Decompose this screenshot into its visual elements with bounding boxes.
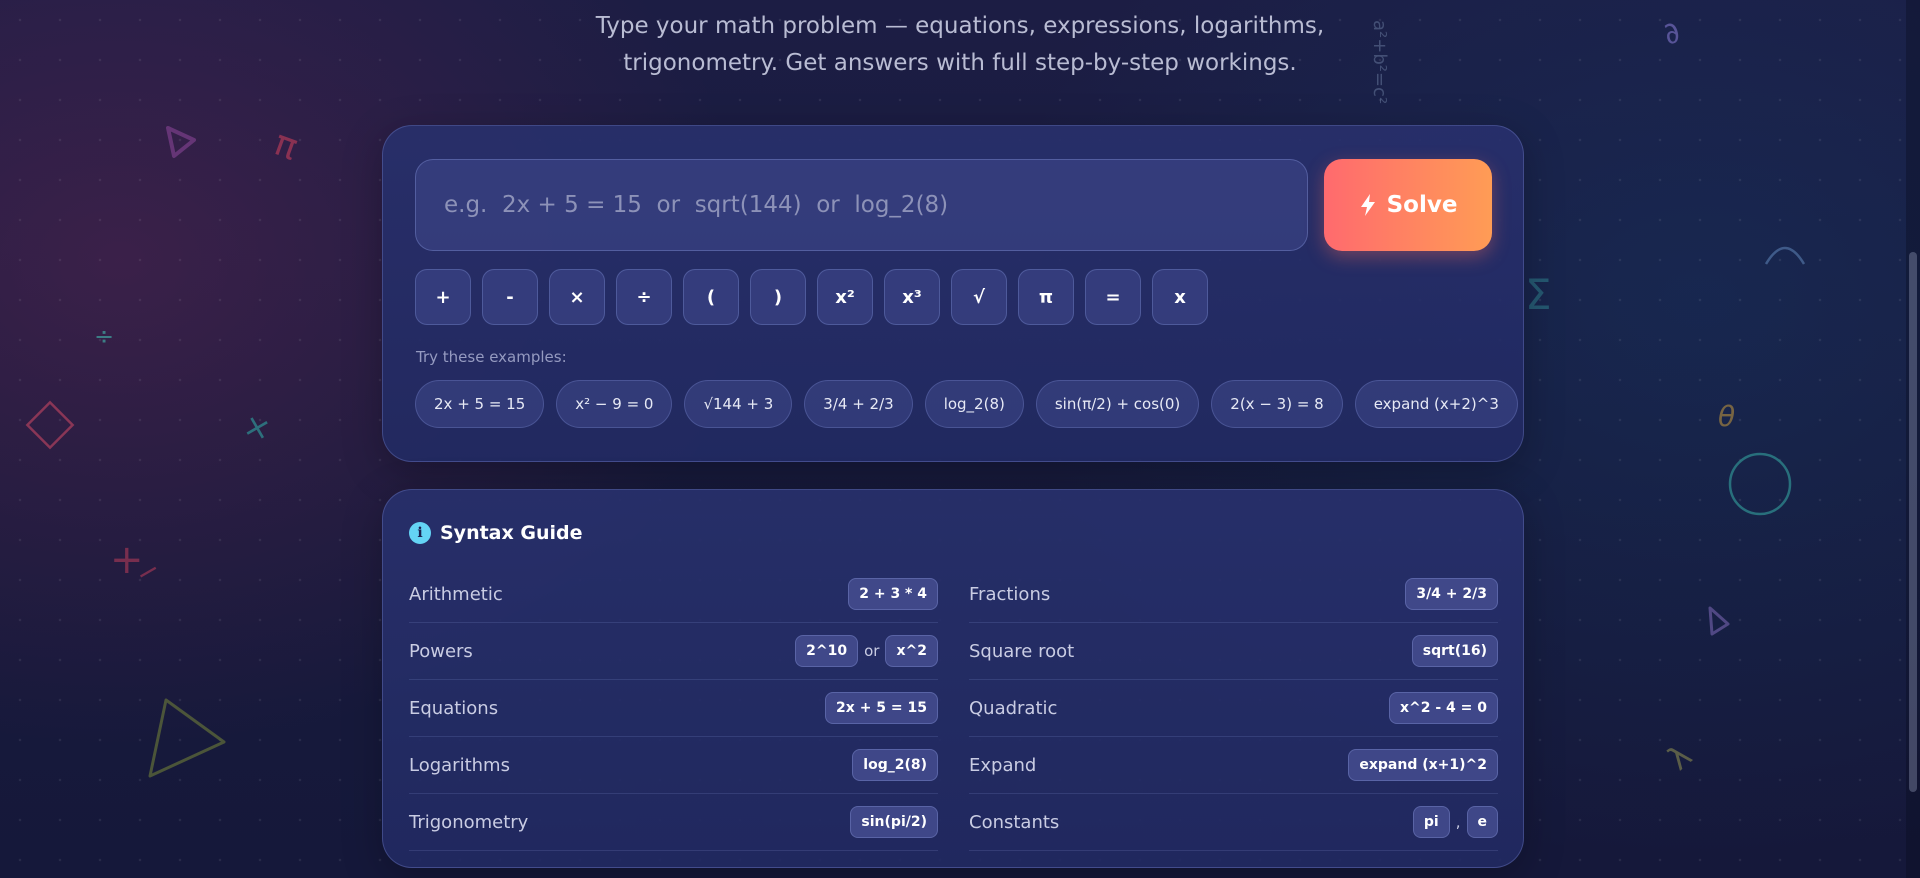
large-triangle-decor-icon [148, 698, 226, 778]
example-chip[interactable]: √144 + 3 [684, 380, 793, 428]
key-sqrt[interactable]: √ [951, 269, 1007, 325]
example-chip[interactable]: log_2(8) [924, 380, 1024, 428]
syntax-label: Equations [409, 697, 499, 719]
syntax-row-square-root: Square root sqrt(16) [969, 623, 1498, 680]
syntax-label: Logarithms [409, 754, 510, 776]
info-icon: i [409, 522, 431, 544]
key-variable-x[interactable]: x [1152, 269, 1208, 325]
key-plus[interactable]: + [415, 269, 471, 325]
syntax-codes: 2 + 3 * 4 [848, 578, 938, 610]
pi-decor-symbol: π [268, 122, 304, 169]
syntax-row-arithmetic: Arithmetic 2 + 3 * 4 [409, 566, 938, 623]
example-chip[interactable]: x² − 9 = 0 [556, 380, 673, 428]
page-subtitle: Type your math problem — equations, expr… [0, 8, 1920, 82]
sigma-decor-symbol: Σ [1525, 270, 1552, 319]
syntax-label: Constants [969, 811, 1060, 833]
syntax-guide-card: i Syntax Guide Arithmetic 2 + 3 * 4 Powe… [382, 489, 1524, 868]
diamond-decor-icon [25, 400, 75, 450]
arc-decor-icon [1764, 246, 1806, 265]
syntax-guide-right-column: Fractions 3/4 + 2/3 Square root sqrt(16)… [969, 566, 1498, 851]
example-chip[interactable]: expand (x+2)^3 [1354, 380, 1518, 428]
key-divide[interactable]: ÷ [616, 269, 672, 325]
small-triangle-decor-icon [1708, 606, 1730, 636]
times-decor-symbol: × [239, 405, 276, 449]
syntax-label: Trigonometry [409, 811, 529, 833]
page-scrollbar-thumb[interactable] [1909, 252, 1917, 792]
syntax-separator: , [1455, 813, 1461, 831]
syntax-code: expand (x+1)^2 [1348, 749, 1498, 781]
key-multiply[interactable]: × [549, 269, 605, 325]
divide-decor-symbol: ÷ [94, 322, 115, 350]
plus-decor-symbol: + [110, 537, 144, 583]
syntax-row-expand: Expand expand (x+1)^2 [969, 737, 1498, 794]
key-close-paren[interactable]: ) [750, 269, 806, 325]
example-chip[interactable]: sin(π/2) + cos(0) [1035, 380, 1200, 428]
syntax-row-constants: Constants pi , e [969, 794, 1498, 851]
syntax-label: Fractions [969, 583, 1051, 605]
syntax-row-trigonometry: Trigonometry sin(pi/2) [409, 794, 938, 851]
bolt-icon [1359, 193, 1377, 217]
triangle-decor-icon [166, 126, 196, 158]
syntax-code: 2x + 5 = 15 [825, 692, 938, 724]
examples-label: Try these examples: [416, 348, 567, 366]
syntax-codes: 2x + 5 = 15 [825, 692, 938, 724]
syntax-codes: pi , e [1412, 806, 1498, 838]
syntax-code: x^2 - 4 = 0 [1388, 692, 1498, 724]
solver-card: Solve + - × ÷ ( ) x² x³ √ π = x Try thes… [382, 125, 1524, 462]
syntax-row-fractions: Fractions 3/4 + 2/3 [969, 566, 1498, 623]
syntax-code: log_2(8) [852, 749, 938, 781]
syntax-code: pi [1412, 806, 1450, 838]
syntax-codes: 3/4 + 2/3 [1405, 578, 1498, 610]
minus-decor-symbol: − [129, 551, 167, 592]
key-pi[interactable]: π [1018, 269, 1074, 325]
example-chips: 2x + 5 = 15 x² − 9 = 0 √144 + 3 3/4 + 2/… [415, 380, 1518, 428]
circle-decor-icon [1728, 452, 1792, 516]
syntax-guide-left-column: Arithmetic 2 + 3 * 4 Powers 2^10 or x^2 … [409, 566, 938, 851]
syntax-label: Powers [409, 640, 473, 662]
subtitle-line-1: Type your math problem — equations, expr… [595, 13, 1325, 39]
page-scrollbar[interactable] [1906, 0, 1920, 878]
syntax-code: e [1466, 806, 1498, 838]
syntax-separator: or [864, 642, 880, 660]
key-open-paren[interactable]: ( [683, 269, 739, 325]
syntax-code: 3/4 + 2/3 [1405, 578, 1498, 610]
example-chip[interactable]: 2x + 5 = 15 [415, 380, 545, 428]
syntax-codes: sqrt(16) [1411, 635, 1498, 667]
syntax-label: Square root [969, 640, 1075, 662]
syntax-code: sqrt(16) [1411, 635, 1498, 667]
syntax-code: 2^10 [795, 635, 859, 667]
example-chip[interactable]: 3/4 + 2/3 [804, 380, 913, 428]
theta-decor-symbol: θ [1718, 400, 1736, 433]
syntax-label: Quadratic [969, 697, 1058, 719]
syntax-codes: sin(pi/2) [850, 806, 938, 838]
syntax-codes: 2^10 or x^2 [795, 635, 938, 667]
key-square[interactable]: x² [817, 269, 873, 325]
solve-button-label: Solve [1386, 192, 1458, 218]
lambda-decor-symbol: λ [1660, 736, 1699, 778]
syntax-guide-title: Syntax Guide [440, 522, 583, 544]
syntax-row-equations: Equations 2x + 5 = 15 [409, 680, 938, 737]
syntax-row-powers: Powers 2^10 or x^2 [409, 623, 938, 680]
syntax-label: Arithmetic [409, 583, 503, 605]
page: π ÷ × + − a²+b²=c² ∂ Σ θ λ Type your mat… [0, 0, 1920, 878]
syntax-row-quadratic: Quadratic x^2 - 4 = 0 [969, 680, 1498, 737]
key-cube[interactable]: x³ [884, 269, 940, 325]
syntax-guide-header: i Syntax Guide [409, 522, 583, 544]
subtitle-line-2: trigonometry. Get answers with full step… [623, 50, 1297, 76]
syntax-code: 2 + 3 * 4 [848, 578, 938, 610]
syntax-label: Expand [969, 754, 1037, 776]
syntax-codes: x^2 - 4 = 0 [1388, 692, 1498, 724]
syntax-code: x^2 [885, 635, 938, 667]
syntax-row-logarithms: Logarithms log_2(8) [409, 737, 938, 794]
symbol-keypad: + - × ÷ ( ) x² x³ √ π = x [415, 269, 1208, 325]
syntax-codes: log_2(8) [852, 749, 938, 781]
math-problem-input[interactable] [415, 159, 1308, 251]
syntax-codes: expand (x+1)^2 [1348, 749, 1498, 781]
syntax-code: sin(pi/2) [850, 806, 938, 838]
solve-button[interactable]: Solve [1324, 159, 1492, 251]
example-chip[interactable]: 2(x − 3) = 8 [1211, 380, 1343, 428]
key-minus[interactable]: - [482, 269, 538, 325]
key-equals[interactable]: = [1085, 269, 1141, 325]
